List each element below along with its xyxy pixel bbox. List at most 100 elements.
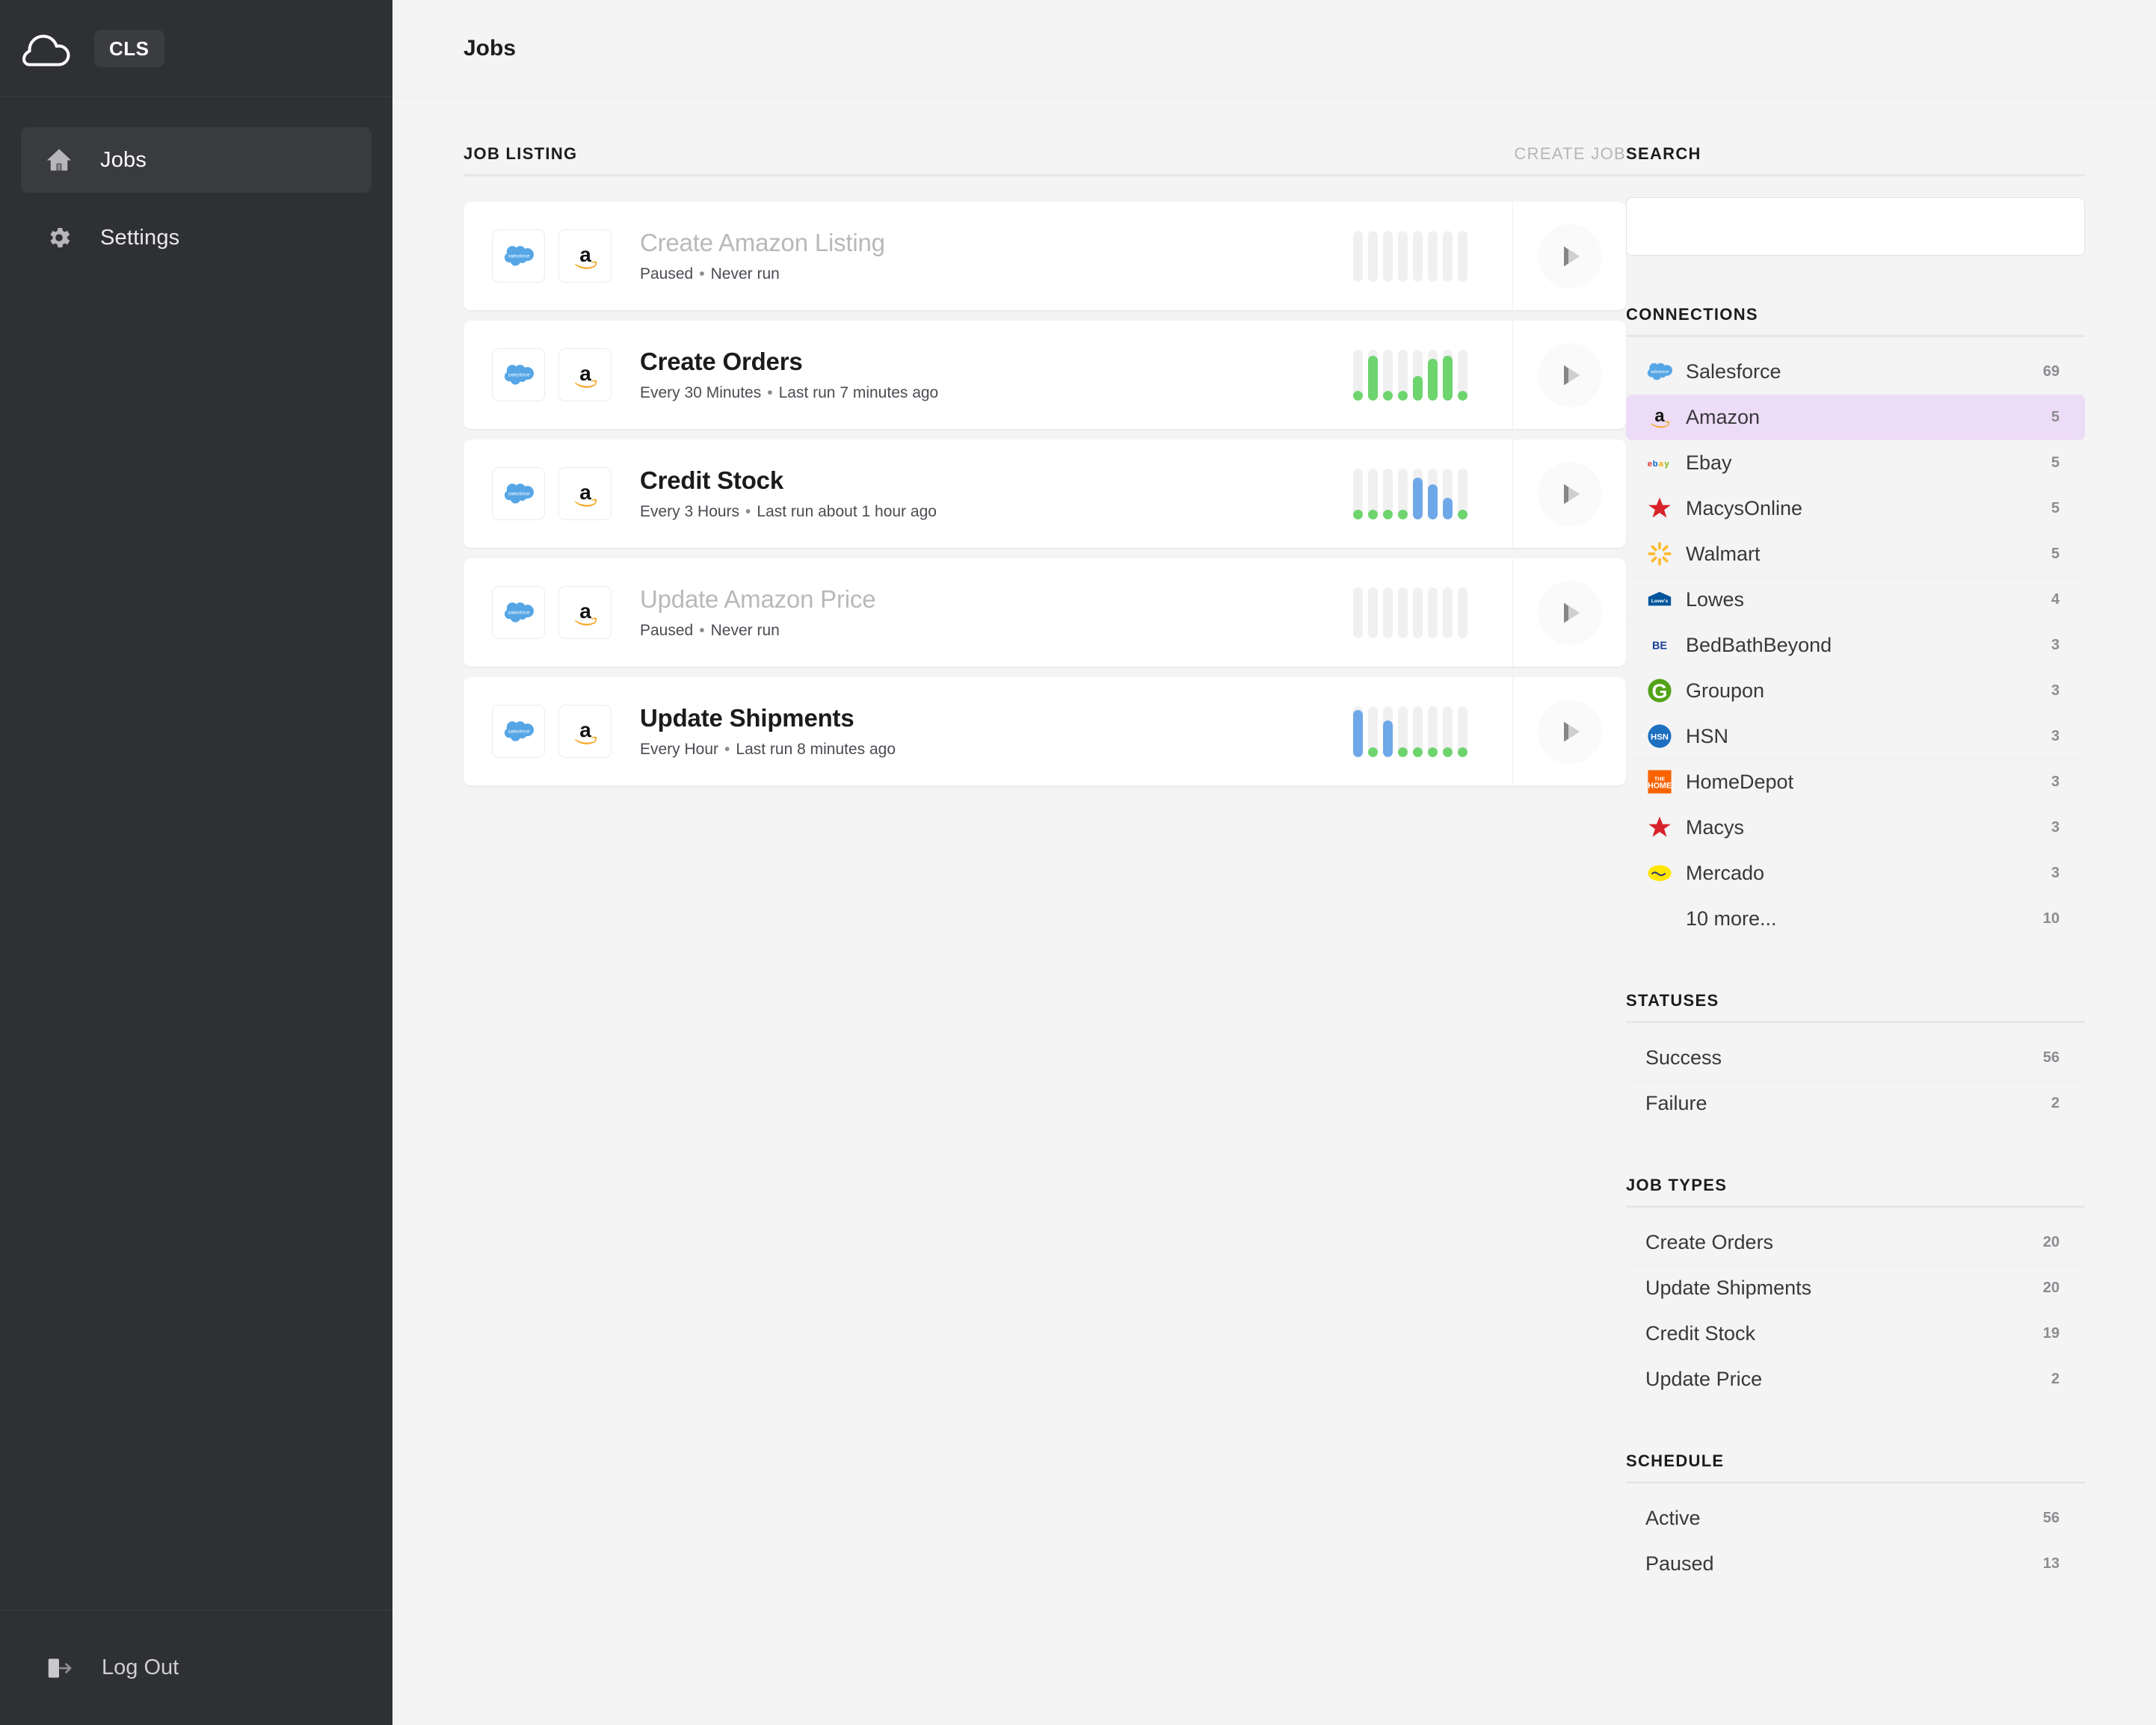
home-icon xyxy=(43,144,75,176)
job-card[interactable]: salesforce a Update Amazon Price Paused•… xyxy=(463,558,1626,667)
sparkline-bar-fill xyxy=(1458,510,1467,519)
job-card[interactable]: salesforce a Update Shipments Every Hour… xyxy=(463,677,1626,786)
filter-count: 3 xyxy=(2051,728,2060,745)
filter-row[interactable]: Active 56 xyxy=(1626,1496,2085,1541)
connection-filter-row[interactable]: Lowe's Lowes 4 xyxy=(1626,577,2085,623)
filter-count: 10 xyxy=(2043,910,2060,928)
filter-count: 3 xyxy=(2051,682,2060,700)
connection-filter-row[interactable]: THEHOME HomeDepot 3 xyxy=(1626,759,2085,805)
connection-filter-row[interactable]: BE BedBathBeyond 3 xyxy=(1626,623,2085,668)
search-input[interactable] xyxy=(1626,197,2085,256)
connection-filter-row[interactable]: salesforce Salesforce 69 xyxy=(1626,349,2085,395)
filter-row[interactable]: Paused 13 xyxy=(1626,1541,2085,1587)
job-name: Credit Stock xyxy=(640,466,1353,495)
statuses-title: STATUSES xyxy=(1626,991,1719,1010)
sidebar-item-settings[interactable]: Settings xyxy=(21,205,372,271)
macys-star-icon xyxy=(1642,815,1677,840)
job-last-run: Never run xyxy=(711,265,780,283)
mercado-icon xyxy=(1642,864,1677,882)
walmart-spark-icon xyxy=(1642,541,1677,567)
lowes-icon: Lowe's xyxy=(1642,591,1677,607)
gear-icon xyxy=(43,222,75,253)
job-sub-separator: • xyxy=(693,265,710,283)
connection-filter-row[interactable]: a Amazon 5 xyxy=(1626,395,2085,440)
connections-title: CONNECTIONS xyxy=(1626,305,1758,324)
run-job-button[interactable] xyxy=(1512,439,1626,548)
job-listing-column: JOB LISTING CREATE JOB salesforce a Crea… xyxy=(392,144,1626,1725)
create-job-button[interactable]: CREATE JOB xyxy=(1514,144,1626,164)
sparkline-bar-fill xyxy=(1368,356,1378,400)
sparkline-bar xyxy=(1458,706,1467,757)
job-card[interactable]: salesforce a Create Amazon Listing Pause… xyxy=(463,202,1626,310)
connection-filter-row[interactable]: HSN HSN 3 xyxy=(1626,714,2085,759)
job-card[interactable]: salesforce a Credit Stock Every 3 Hours•… xyxy=(463,439,1626,548)
logout-button[interactable]: Log Out xyxy=(0,1610,392,1725)
run-job-button[interactable] xyxy=(1512,321,1626,429)
filter-label: BedBathBeyond xyxy=(1677,634,2051,657)
sparkline-bar xyxy=(1353,587,1363,638)
macys-star-icon xyxy=(1642,496,1677,521)
search-header: SEARCH xyxy=(1626,144,2085,176)
sparkline-bar xyxy=(1368,469,1378,519)
connection-filter-row[interactable]: Walmart 5 xyxy=(1626,531,2085,577)
filter-label: Lowes xyxy=(1677,588,2051,611)
filter-label: Update Price xyxy=(1645,1368,2051,1391)
filter-count: 5 xyxy=(2051,500,2060,517)
sidebar: CLS Jobs Settings xyxy=(0,0,392,1725)
salesforce-icon: salesforce xyxy=(492,705,545,758)
filter-row[interactable]: Failure 2 xyxy=(1626,1081,2085,1126)
filter-row[interactable]: Credit Stock 19 xyxy=(1626,1311,2085,1357)
connections-list: salesforce Salesforce 69a Amazon 5ebay E… xyxy=(1626,349,2085,942)
connection-filter-row[interactable]: Macys 3 xyxy=(1626,805,2085,851)
sparkline-bar xyxy=(1398,469,1408,519)
job-last-run: Never run xyxy=(711,622,780,639)
sparkline-bar xyxy=(1398,231,1408,282)
schedule-title: SCHEDULE xyxy=(1626,1451,1724,1471)
sparkline-bar xyxy=(1368,231,1378,282)
svg-text:a: a xyxy=(1659,459,1664,468)
connection-filter-row[interactable]: Mercado 3 xyxy=(1626,851,2085,896)
sidebar-item-jobs[interactable]: Jobs xyxy=(21,127,372,193)
run-job-button[interactable] xyxy=(1512,558,1626,667)
filter-count: 13 xyxy=(2043,1555,2060,1573)
job-meta: Update Shipments Every Hour•Last run 8 m… xyxy=(612,704,1353,759)
statuses-header: STATUSES xyxy=(1626,991,2085,1023)
sparkline-bar xyxy=(1353,469,1363,519)
sparkline-bar-fill xyxy=(1368,510,1378,519)
amazon-icon: a xyxy=(1642,404,1677,430)
filter-count: 20 xyxy=(2043,1280,2060,1297)
play-icon xyxy=(1538,700,1602,764)
job-card[interactable]: salesforce a Create Orders Every 30 Minu… xyxy=(463,321,1626,429)
sparkline-bar xyxy=(1368,587,1378,638)
filter-row[interactable]: Create Orders 20 xyxy=(1626,1220,2085,1265)
job-sparkline xyxy=(1353,350,1512,401)
filter-row[interactable]: Success 56 xyxy=(1626,1035,2085,1081)
sparkline-bar-fill xyxy=(1443,356,1453,400)
connection-filter-row[interactable]: 10 more... 10 xyxy=(1626,896,2085,942)
play-icon xyxy=(1538,462,1602,526)
job-schedule: Every 30 Minutes xyxy=(640,384,761,401)
sidebar-brand: CLS xyxy=(0,0,392,97)
workspace-badge[interactable]: CLS xyxy=(94,30,164,67)
sparkline-bar-fill xyxy=(1443,498,1453,519)
connection-filter-row[interactable]: MacysOnline 5 xyxy=(1626,486,2085,531)
filter-row[interactable]: Update Shipments 20 xyxy=(1626,1265,2085,1311)
svg-text:a: a xyxy=(579,599,591,623)
amazon-icon: a xyxy=(558,705,612,758)
run-job-button[interactable] xyxy=(1512,677,1626,786)
job-name: Update Shipments xyxy=(640,704,1353,732)
connection-filter-row[interactable]: ebay Ebay 5 xyxy=(1626,440,2085,486)
job-sub-separator: • xyxy=(718,741,736,758)
run-job-button[interactable] xyxy=(1512,202,1626,310)
job-meta: Credit Stock Every 3 Hours•Last run abou… xyxy=(612,466,1353,521)
job-connection-logos: salesforce a xyxy=(463,229,612,283)
filter-label: Paused xyxy=(1645,1552,2043,1576)
filter-row[interactable]: Update Price 2 xyxy=(1626,1357,2085,1402)
filter-label: 10 more... xyxy=(1642,907,2043,931)
sparkline-bar xyxy=(1428,350,1438,401)
job-sparkline xyxy=(1353,469,1512,519)
connection-filter-row[interactable]: G Groupon 3 xyxy=(1626,668,2085,714)
sparkline-bar xyxy=(1413,706,1423,757)
sparkline-bar-fill xyxy=(1398,510,1408,519)
bedbathbeyond-icon: BE xyxy=(1642,638,1677,652)
